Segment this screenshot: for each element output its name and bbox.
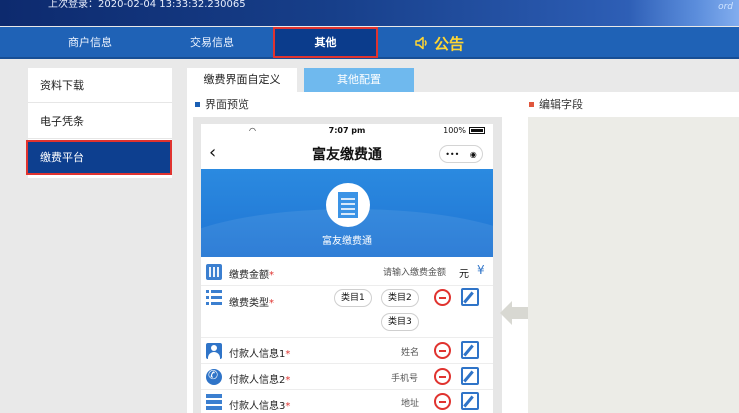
building-logo	[326, 183, 370, 227]
amount-label: 缴费金额*	[229, 266, 274, 281]
phone-status-bar: ◠ 7:07 pm 100%	[201, 124, 493, 139]
payer2-label-text: 付款人信息2	[229, 375, 286, 386]
app-header: ‹ 富友缴费通 ••• ◉	[201, 140, 493, 168]
close-target-icon[interactable]: ◉	[470, 150, 477, 159]
remove-field-button[interactable]	[434, 289, 451, 306]
field-row-payer3: 付款人信息3* 地址	[201, 390, 493, 413]
type-label-text: 缴费类型	[229, 298, 269, 309]
banner-deco-text: ord	[718, 2, 733, 12]
phone-preview: ◠ 7:07 pm 100% ‹ 富友缴费通 ••• ◉ 富友缴费通 缴费金额*…	[201, 124, 493, 413]
edit-field-button[interactable]	[461, 367, 479, 385]
last-login-text: 上次登录：2020-02-04 13:33:32.230065	[48, 0, 246, 10]
hero-name: 富友缴费通	[322, 236, 372, 247]
sidebar-item-payment-platform[interactable]: 缴费平台	[26, 140, 172, 175]
required-mark: *	[285, 375, 291, 386]
sidebar-item-download[interactable]: 资料下载	[28, 68, 172, 103]
nav-other[interactable]: 其他	[273, 27, 378, 58]
remove-field-button[interactable]	[434, 368, 451, 385]
field-row-payer1: 付款人信息1* 姓名	[201, 338, 493, 364]
square-bullet-icon	[529, 101, 534, 107]
building-icon	[338, 192, 358, 218]
edit-section-title: 编辑字段	[529, 96, 583, 112]
list-icon	[206, 290, 222, 306]
payer3-input[interactable]: 地址	[401, 396, 419, 409]
field-row-payer2: 付款人信息2* 手机号	[201, 364, 493, 390]
remove-field-button[interactable]	[434, 342, 451, 359]
sidebar-item-e-voucher[interactable]: 电子凭条	[28, 104, 172, 139]
preview-section-label: 界面预览	[205, 98, 249, 111]
tab-payment-ui-custom[interactable]: 缴费界面自定义	[187, 68, 297, 92]
main-nav: 商户信息 交易信息 其他 公告	[0, 27, 739, 59]
top-banner: 上次登录：2020-02-04 13:33:32.230065 ord	[0, 0, 739, 26]
preview-section-title: 界面预览	[195, 96, 249, 112]
phone-icon	[206, 368, 222, 385]
battery-text: 100%	[443, 126, 466, 135]
banner-decoration: ord	[629, 0, 739, 26]
speaker-icon	[415, 36, 427, 50]
required-mark: *	[285, 401, 291, 412]
category-chip[interactable]: 类目3	[381, 313, 419, 331]
tab-other-config[interactable]: 其他配置	[304, 68, 414, 92]
yen-icon: ¥	[477, 263, 485, 277]
category-chip[interactable]: 类目1	[334, 289, 372, 307]
type-label: 缴费类型*	[229, 294, 274, 309]
address-grid-icon	[206, 394, 222, 410]
payer1-label: 付款人信息1*	[229, 345, 290, 360]
battery-icon	[469, 127, 485, 134]
square-bullet-icon	[195, 101, 200, 107]
payer3-label: 付款人信息3*	[229, 397, 290, 412]
person-icon	[206, 343, 222, 359]
nav-merchant-info[interactable]: 商户信息	[50, 27, 130, 59]
payer1-label-text: 付款人信息1	[229, 349, 286, 360]
left-arrow-icon	[500, 297, 528, 329]
amount-unit: 元	[459, 269, 469, 280]
edit-field-button[interactable]	[461, 288, 479, 306]
nav-notice[interactable]: 公告	[414, 27, 464, 59]
category-chip[interactable]: 类目2	[381, 289, 419, 307]
amount-label-text: 缴费金额	[229, 270, 269, 281]
required-mark: *	[285, 349, 291, 360]
edit-field-button[interactable]	[461, 341, 479, 359]
nav-trade-info[interactable]: 交易信息	[172, 27, 252, 59]
nav-notice-label: 公告	[434, 34, 465, 53]
calculator-icon	[206, 264, 222, 280]
required-mark: *	[269, 298, 274, 309]
field-row-type: 缴费类型* 类目1 类目2 类目3	[201, 286, 493, 338]
edit-fields-panel	[528, 117, 739, 413]
field-row-amount: 缴费金额* 请输入缴费金额 元 ¥	[201, 259, 493, 286]
required-mark: *	[269, 270, 274, 281]
battery-indicator: 100%	[443, 126, 485, 135]
payer3-label-text: 付款人信息3	[229, 401, 286, 412]
more-dots-icon[interactable]: •••	[445, 150, 459, 159]
payer2-label: 付款人信息2*	[229, 371, 290, 386]
amount-input[interactable]: 请输入缴费金额	[383, 265, 446, 278]
edit-section-label: 编辑字段	[539, 98, 583, 111]
miniapp-capsule[interactable]: ••• ◉	[439, 145, 483, 163]
payer2-input[interactable]: 手机号	[391, 371, 418, 384]
payer1-input[interactable]: 姓名	[401, 345, 419, 358]
edit-field-button[interactable]	[461, 392, 479, 410]
hero-banner: 富友缴费通	[201, 169, 493, 257]
remove-field-button[interactable]	[434, 393, 451, 410]
sidebar: 资料下载 电子凭条 缴费平台	[26, 68, 172, 178]
